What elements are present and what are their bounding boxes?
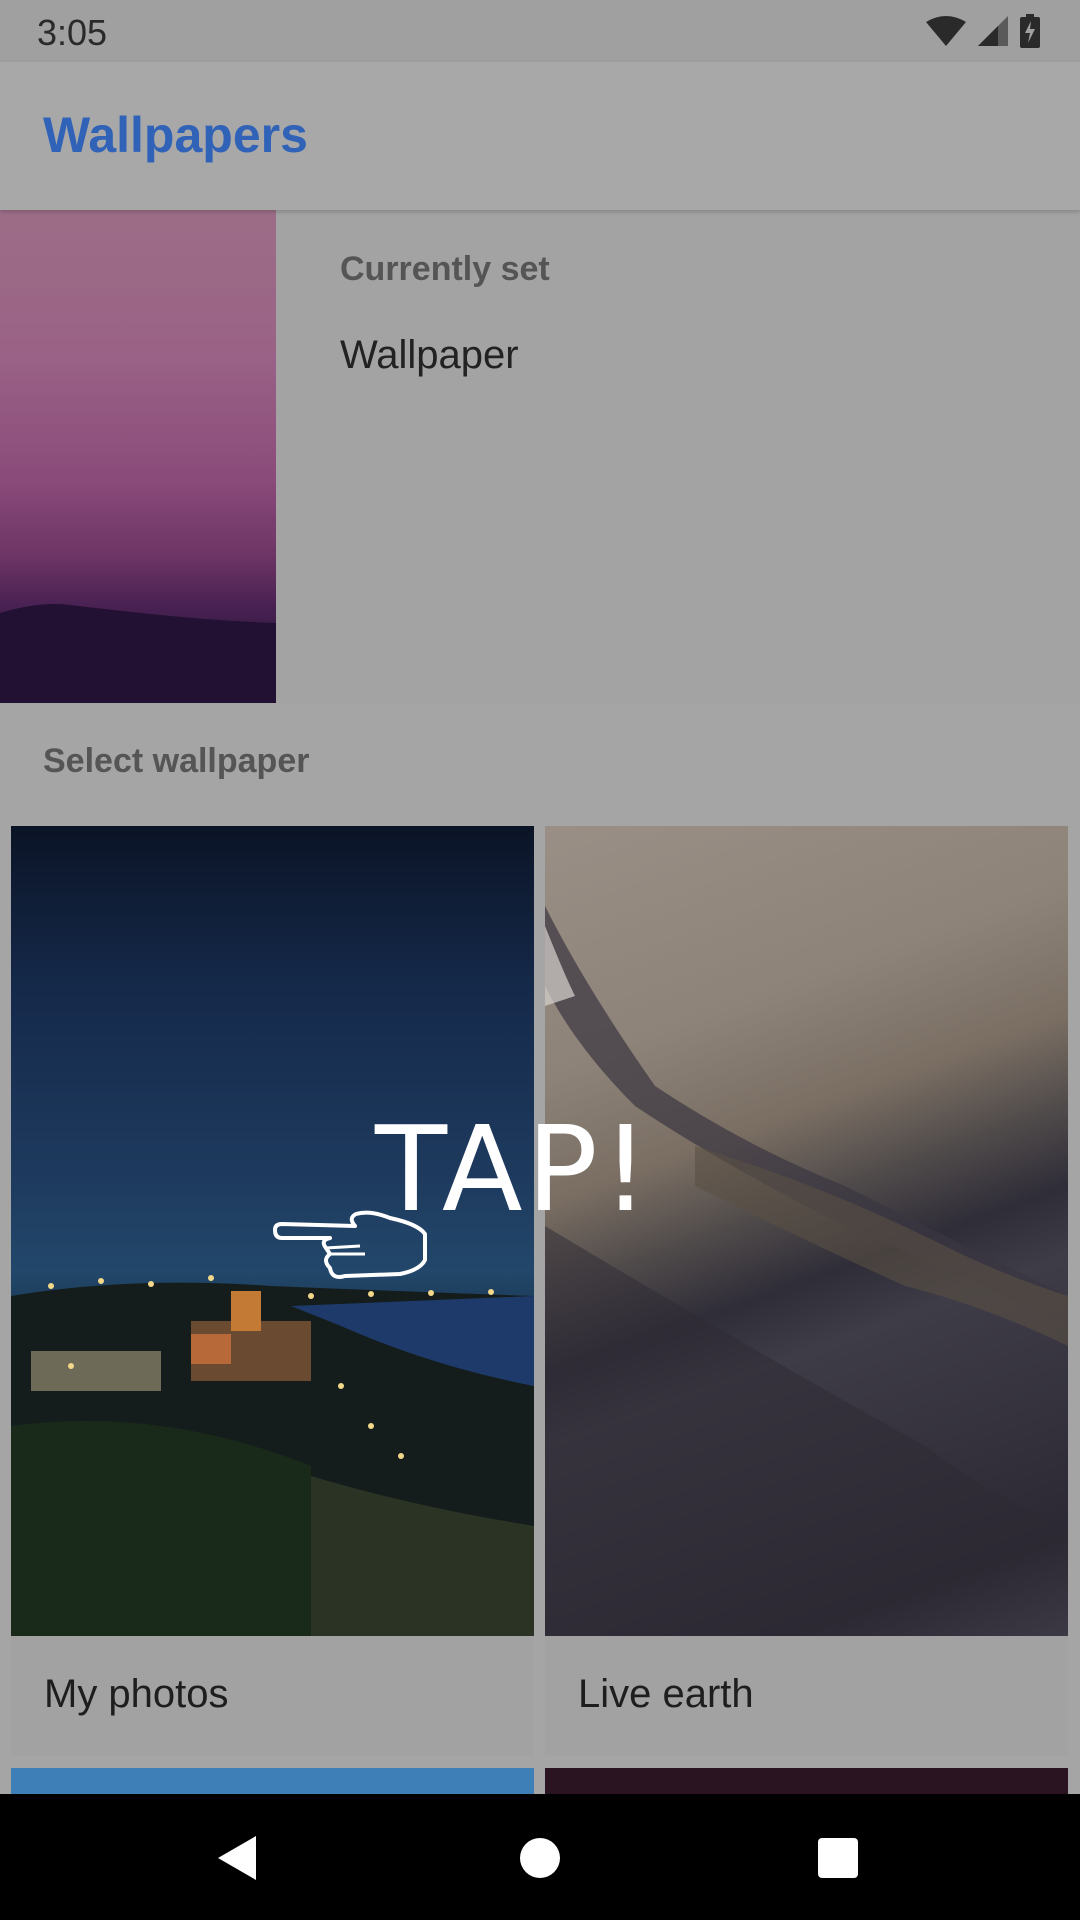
wifi-icon bbox=[926, 16, 966, 46]
live-earth-image bbox=[545, 826, 1068, 1636]
select-wallpaper-header: Select wallpaper bbox=[43, 742, 310, 780]
status-bar: 3:05 bbox=[0, 0, 1080, 62]
tile-live-earth[interactable]: Live earth bbox=[545, 826, 1068, 1756]
status-time: 3:05 bbox=[37, 12, 108, 53]
current-wallpaper-section[interactable]: Currently set Wallpaper bbox=[0, 210, 1080, 703]
current-wallpaper-thumbnail[interactable] bbox=[0, 210, 276, 703]
my-photos-image bbox=[11, 826, 534, 1636]
city-night-scene bbox=[11, 1275, 534, 1636]
tile-label: My photos bbox=[44, 1672, 229, 1716]
home-icon[interactable] bbox=[508, 1826, 572, 1890]
mountain-silhouette bbox=[0, 604, 276, 703]
next-tile-right-peek[interactable] bbox=[545, 1768, 1068, 1794]
back-icon[interactable] bbox=[206, 1826, 270, 1890]
live-earth-caption: Live earth bbox=[545, 1636, 1068, 1756]
my-photos-caption: My photos bbox=[11, 1636, 534, 1756]
page-title: Wallpapers bbox=[43, 107, 308, 163]
battery-charging-icon bbox=[1020, 14, 1040, 48]
recents-icon[interactable] bbox=[806, 1826, 870, 1890]
navigation-bar bbox=[0, 1794, 1080, 1920]
status-icons bbox=[926, 14, 1040, 48]
next-tile-left-peek[interactable] bbox=[11, 1768, 534, 1794]
current-wallpaper-name: Wallpaper bbox=[340, 333, 519, 377]
tile-my-photos[interactable]: My photos bbox=[11, 826, 534, 1756]
currently-set-label: Currently set bbox=[340, 250, 550, 288]
signal-icon bbox=[978, 16, 1008, 46]
rock-texture bbox=[545, 906, 1068, 1636]
tile-label: Live earth bbox=[578, 1672, 754, 1716]
app-bar: Wallpapers bbox=[0, 62, 1080, 210]
